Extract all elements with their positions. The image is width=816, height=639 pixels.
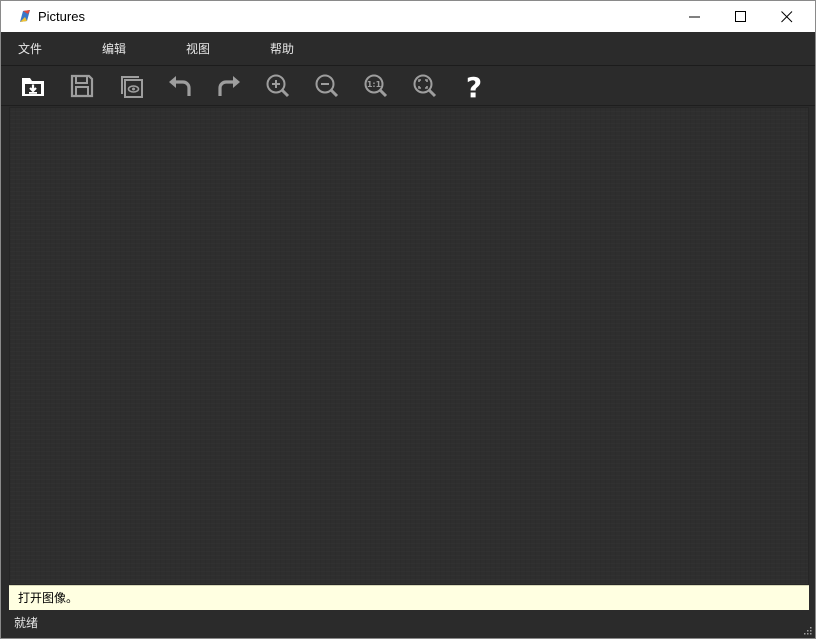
save-icon	[70, 74, 94, 98]
menu-view[interactable]: 视图	[186, 41, 210, 57]
image-canvas[interactable]	[9, 107, 809, 585]
fit-window-button[interactable]	[409, 70, 441, 102]
zoom-in-button[interactable]	[262, 70, 294, 102]
zoom-out-icon	[315, 74, 339, 98]
minimize-button[interactable]	[672, 1, 718, 32]
save-button[interactable]	[66, 70, 98, 102]
menu-help[interactable]: 帮助	[270, 41, 294, 57]
window-title: Pictures	[38, 9, 85, 24]
tooltip-message: 打开图像。	[9, 585, 809, 610]
resize-grip-icon[interactable]	[802, 625, 812, 635]
actual-size-icon: 1:1	[364, 74, 388, 98]
actual-size-label: 1:1	[367, 80, 382, 89]
preview-icon	[121, 76, 143, 98]
help-label: ?	[466, 72, 482, 100]
menu-file[interactable]: 文件	[18, 41, 42, 57]
menu-bar: 文件 编辑 视图 帮助	[1, 32, 815, 66]
status-text: 就绪	[14, 616, 39, 630]
minimize-icon	[689, 16, 700, 18]
menu-edit[interactable]: 编辑	[102, 41, 126, 57]
title-bar[interactable]: Pictures	[1, 1, 815, 32]
help-icon: ?	[466, 72, 482, 100]
app-window: Pictures 文件 编辑 视图 帮助 1:1 ? 打开图像。 就绪	[0, 0, 816, 639]
zoom-in-icon	[266, 74, 290, 98]
status-bar: 就绪	[1, 611, 815, 638]
actual-size-button[interactable]: 1:1	[360, 70, 392, 102]
redo-icon	[218, 76, 240, 96]
close-icon	[781, 11, 793, 23]
fit-window-icon	[413, 74, 437, 98]
open-icon	[22, 78, 44, 96]
zoom-out-button[interactable]	[311, 70, 343, 102]
close-button[interactable]	[764, 1, 810, 32]
undo-button[interactable]	[164, 70, 196, 102]
app-icon	[20, 10, 30, 22]
redo-button[interactable]	[213, 70, 245, 102]
maximize-icon	[735, 11, 746, 22]
preview-button[interactable]	[115, 70, 147, 102]
open-button[interactable]	[17, 70, 49, 102]
undo-icon	[169, 76, 191, 96]
help-button[interactable]: ?	[458, 70, 490, 102]
maximize-button[interactable]	[718, 1, 764, 32]
tooltip-text: 打开图像。	[18, 591, 79, 605]
toolbar: 1:1 ?	[1, 66, 815, 106]
